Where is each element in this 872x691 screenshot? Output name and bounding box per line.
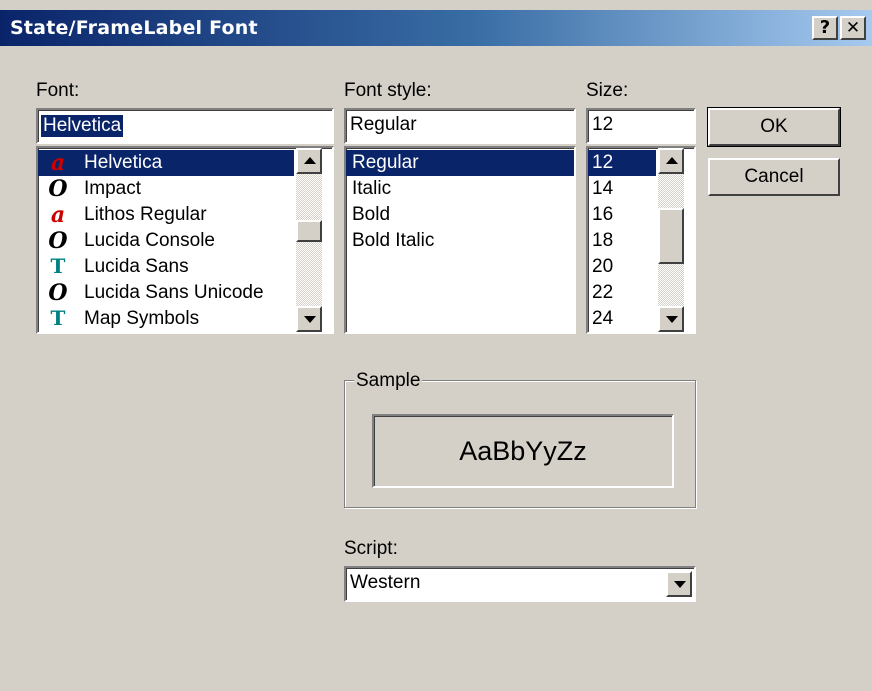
arrow-down-icon (304, 316, 316, 323)
size-item-label: 20 (592, 256, 614, 277)
cancel-button[interactable]: Cancel (708, 158, 840, 196)
font-name-input[interactable]: Helvetica (36, 108, 334, 144)
truetype-icon: T (50, 306, 66, 330)
type1-icon: a (50, 202, 66, 228)
font-list-item-label: Lucida Sans (84, 256, 189, 277)
size-item[interactable]: 24 (588, 306, 656, 332)
size-item-label: 16 (592, 204, 614, 225)
font-list-item-label: Lucida Console (84, 230, 215, 251)
window-title: State/FrameLabel Font (10, 17, 258, 39)
arrow-up-icon (304, 157, 316, 164)
font-style-input[interactable]: Regular (344, 108, 576, 144)
size-item-label: 12 (592, 152, 614, 173)
size-item[interactable]: 20 (588, 254, 656, 280)
truetype-icon: T (50, 254, 66, 278)
size-item[interactable]: 22 (588, 280, 656, 306)
ok-button[interactable]: OK (707, 107, 841, 147)
size-scroll-down-button[interactable] (658, 306, 684, 332)
size-item-label: 24 (592, 308, 614, 329)
font-style-item[interactable]: Italic (346, 176, 574, 202)
script-value: Western (350, 572, 421, 593)
sample-preview: AaBbYyZz (372, 414, 674, 488)
opentype-icon: O (48, 280, 68, 306)
font-label: Font: (36, 80, 80, 101)
script-select[interactable]: Western (344, 566, 696, 602)
script-dropdown-button[interactable] (666, 571, 692, 597)
font-style-value: Regular (350, 114, 417, 135)
size-item[interactable]: 16 (588, 202, 656, 228)
font-list-item-label: Lithos Regular (84, 204, 207, 225)
script-label: Script: (344, 538, 398, 559)
close-button[interactable]: ✕ (840, 16, 866, 40)
font-dialog: State/FrameLabel Font ? ✕ Font: Helvetic… (0, 0, 872, 691)
font-listbox[interactable]: a Helvetica O Impact a Lithos Regular O Lucida … (36, 146, 334, 334)
font-scrollbar[interactable] (296, 148, 322, 332)
font-list-item-label: Lucida Sans Unicode (84, 282, 264, 303)
chevron-down-icon (674, 581, 686, 588)
font-list-item[interactable]: T Lucida Sans (38, 254, 294, 280)
size-listbox[interactable]: 12 14 16 18 20 22 24 (586, 146, 696, 334)
size-item-label: 22 (592, 282, 614, 303)
size-value: 12 (592, 114, 614, 135)
size-item-label: 18 (592, 230, 614, 251)
font-list-item[interactable]: a Lithos Regular (38, 202, 294, 228)
size-scroll-thumb[interactable] (658, 208, 684, 264)
font-name-value: Helvetica (41, 115, 124, 137)
font-style-item[interactable]: Bold Italic (346, 228, 574, 254)
font-style-item-label: Regular (352, 152, 419, 173)
size-scrollbar[interactable] (658, 148, 684, 332)
font-style-item-label: Bold Italic (352, 230, 435, 251)
font-list-item-label: Impact (84, 178, 142, 199)
title-bar[interactable]: State/FrameLabel Font ? ✕ (0, 10, 872, 46)
type1-icon: a (50, 150, 66, 176)
sample-text: AaBbYyZz (459, 436, 587, 466)
font-style-listbox[interactable]: Regular Italic Bold Bold Italic (344, 146, 576, 334)
opentype-icon: O (48, 176, 68, 202)
font-list-item[interactable]: O Lucida Console (38, 228, 294, 254)
font-style-item-label: Bold (352, 204, 391, 225)
font-list-item[interactable]: T Map Symbols (38, 306, 294, 332)
arrow-down-icon (666, 316, 678, 323)
opentype-icon: O (48, 228, 68, 254)
font-list-item[interactable]: O Impact (38, 176, 294, 202)
size-item[interactable]: 14 (588, 176, 656, 202)
font-style-item[interactable]: Bold (346, 202, 574, 228)
size-item[interactable]: 12 (588, 150, 656, 176)
size-input[interactable]: 12 (586, 108, 696, 144)
scroll-up-button[interactable] (296, 148, 322, 174)
sample-label: Sample (354, 370, 423, 392)
font-style-item[interactable]: Regular (346, 150, 574, 176)
size-item-label: 14 (592, 178, 614, 199)
font-style-item-label: Italic (352, 178, 392, 199)
size-scroll-up-button[interactable] (658, 148, 684, 174)
font-list-item-label: Map Symbols (84, 308, 200, 329)
scroll-thumb[interactable] (296, 220, 322, 242)
font-list-item[interactable]: O Lucida Sans Unicode (38, 280, 294, 306)
size-item[interactable]: 18 (588, 228, 656, 254)
arrow-up-icon (666, 157, 678, 164)
font-list-item[interactable]: a Helvetica (38, 150, 294, 176)
help-button[interactable]: ? (812, 16, 838, 40)
scroll-down-button[interactable] (296, 306, 322, 332)
font-list-item-label: Helvetica (84, 152, 163, 173)
size-label: Size: (586, 80, 629, 101)
font-style-label: Font style: (344, 80, 432, 101)
